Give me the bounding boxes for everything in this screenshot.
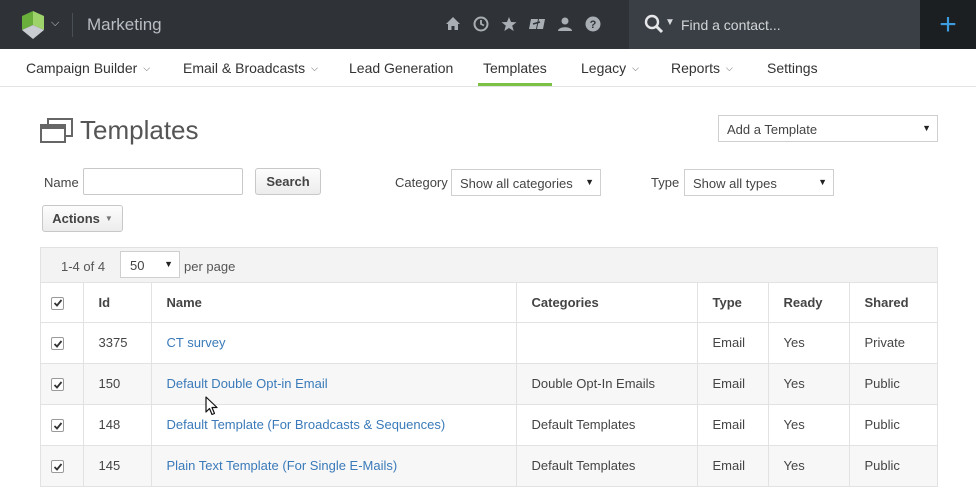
select-all-cell xyxy=(41,283,84,323)
nav-legacy[interactable]: Legacy ⌵ xyxy=(581,60,639,76)
star-icon[interactable] xyxy=(500,15,517,32)
per-page-select[interactable]: 50 ▼ xyxy=(120,251,180,278)
type-filter-select[interactable]: Show all types ▼ xyxy=(684,169,834,196)
row-checkbox[interactable] xyxy=(51,378,64,392)
cell-shared: Private xyxy=(849,322,937,364)
puzzle-icon[interactable] xyxy=(528,15,545,32)
category-filter-select[interactable]: Show all categories ▼ xyxy=(451,169,601,196)
user-icon[interactable] xyxy=(556,15,573,32)
search-scope-dropdown-icon[interactable]: ▼ xyxy=(665,17,675,28)
cell-ready: Yes xyxy=(768,322,850,364)
dropdown-caret-icon: ▼ xyxy=(922,123,931,133)
template-name-link[interactable]: Default Template (For Broadcasts & Seque… xyxy=(167,417,446,432)
cell-ready: Yes xyxy=(768,363,850,405)
chevron-down-icon: ⌵ xyxy=(726,63,733,73)
cell-type: Email xyxy=(697,445,769,487)
page-title: Templates xyxy=(80,115,199,145)
table-header-row: Id Name Categories Type Ready Shared xyxy=(41,283,937,323)
chevron-down-icon: ⌵ xyxy=(632,63,639,73)
table-row: 150 Default Double Opt-in Email Double O… xyxy=(41,363,937,405)
cell-categories: Double Opt-In Emails xyxy=(516,363,698,405)
nav-email-broadcasts[interactable]: Email & Broadcasts ⌵ xyxy=(183,60,318,76)
divider xyxy=(72,13,73,37)
templates-icon xyxy=(40,118,73,143)
cell-categories: Default Templates xyxy=(516,445,698,487)
table-row: 145 Plain Text Template (For Single E-Ma… xyxy=(41,445,937,487)
active-tab-indicator xyxy=(478,83,552,86)
logo-icon[interactable] xyxy=(22,11,44,39)
column-header-shared[interactable]: Shared xyxy=(849,283,937,323)
type-filter-label: Type xyxy=(651,175,680,190)
pager: 1-4 of 4 50 ▼ per page xyxy=(41,248,937,283)
row-checkbox[interactable] xyxy=(51,337,64,351)
dropdown-caret-icon: ▼ xyxy=(818,177,827,187)
template-name-link[interactable]: CT survey xyxy=(167,335,226,350)
cell-type: Email xyxy=(697,404,769,446)
category-filter-label: Category xyxy=(395,175,448,190)
template-name-link[interactable]: Plain Text Template (For Single E-Mails) xyxy=(167,458,398,473)
cell-shared: Public xyxy=(849,404,937,446)
cell-shared: Public xyxy=(849,363,937,405)
dropdown-caret-icon: ▼ xyxy=(585,177,594,187)
cell-shared: Public xyxy=(849,445,937,487)
actions-button[interactable]: Actions ▼ xyxy=(42,205,123,232)
search-icon[interactable] xyxy=(644,14,664,34)
cell-type: Email xyxy=(697,363,769,405)
select-all-checkbox[interactable] xyxy=(51,296,64,310)
chevron-down-icon: ⌵ xyxy=(311,63,318,73)
column-header-type[interactable]: Type xyxy=(697,283,769,323)
nav-lead-generation[interactable]: Lead Generation xyxy=(349,60,453,76)
top-bar: ⌵ Marketing ? ▼ + xyxy=(0,0,976,49)
name-filter-input[interactable] xyxy=(83,168,243,195)
cell-id: 150 xyxy=(83,363,152,405)
cell-type: Email xyxy=(697,322,769,364)
nav-settings[interactable]: Settings xyxy=(767,60,818,76)
templates-table-panel: 1-4 of 4 50 ▼ per page Id Name Categorie… xyxy=(40,247,938,487)
dropdown-caret-icon: ▼ xyxy=(164,259,173,269)
cell-id: 148 xyxy=(83,404,152,446)
column-header-name[interactable]: Name xyxy=(151,283,517,323)
templates-table: Id Name Categories Type Ready Shared 337… xyxy=(41,283,937,487)
cell-categories xyxy=(516,322,698,364)
row-checkbox[interactable] xyxy=(51,419,64,433)
dropdown-caret-icon: ▼ xyxy=(104,214,113,223)
main-nav: Campaign Builder ⌵ Email & Broadcasts ⌵ Le… xyxy=(0,49,976,87)
chevron-down-icon: ⌵ xyxy=(143,63,151,73)
table-row: 3375 CT survey Email Yes Private xyxy=(41,322,937,364)
cell-ready: Yes xyxy=(768,404,850,446)
add-template-select[interactable]: Add a Template ▼ xyxy=(718,115,938,142)
column-header-categories[interactable]: Categories xyxy=(516,283,698,323)
cell-categories: Default Templates xyxy=(516,404,698,446)
table-row: 148 Default Template (For Broadcasts & S… xyxy=(41,404,937,446)
help-icon[interactable]: ? xyxy=(584,15,601,32)
svg-text:?: ? xyxy=(589,19,596,31)
cell-ready: Yes xyxy=(768,445,850,487)
home-icon[interactable] xyxy=(444,15,461,32)
row-checkbox[interactable] xyxy=(51,460,64,474)
template-name-link[interactable]: Default Double Opt-in Email xyxy=(167,376,328,391)
quick-add-button[interactable]: + xyxy=(920,0,976,49)
chevron-down-icon[interactable]: ⌵ xyxy=(51,17,59,30)
result-count: 1-4 of 4 xyxy=(61,259,106,274)
column-header-id[interactable]: Id xyxy=(83,283,152,323)
nav-reports[interactable]: Reports ⌵ xyxy=(671,60,733,76)
contact-search: ▼ xyxy=(629,0,920,49)
cell-id: 3375 xyxy=(83,322,152,364)
per-page-label: per page xyxy=(184,259,236,274)
nav-templates[interactable]: Templates xyxy=(483,60,547,76)
clock-icon[interactable] xyxy=(472,15,489,32)
name-filter-label: Name xyxy=(44,175,79,190)
cell-id: 145 xyxy=(83,445,152,487)
top-icons: ? xyxy=(444,15,601,32)
nav-campaign-builder[interactable]: Campaign Builder ⌵ xyxy=(26,60,150,76)
contact-search-input[interactable] xyxy=(681,12,906,37)
column-header-ready[interactable]: Ready xyxy=(768,283,850,323)
search-button[interactable]: Search xyxy=(255,168,321,195)
app-name[interactable]: Marketing xyxy=(87,15,162,35)
mouse-cursor-icon xyxy=(205,396,218,416)
